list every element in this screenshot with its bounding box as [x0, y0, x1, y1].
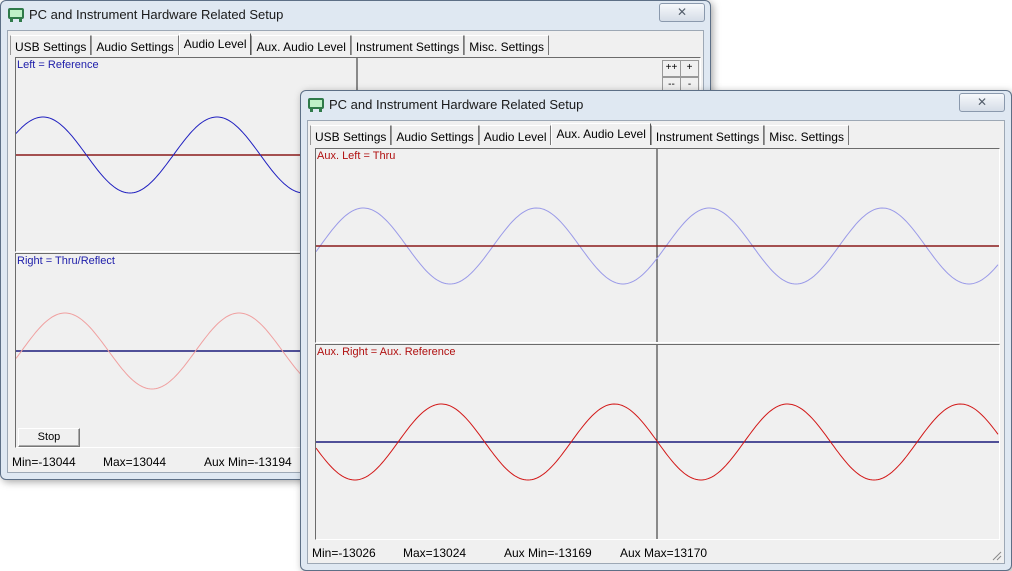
back-tab-misc-settings[interactable]: Misc. Settings — [464, 35, 549, 55]
app-icon — [308, 98, 324, 112]
aux-right-channel-plot: Aux. Right = Aux. Reference — [315, 344, 1000, 540]
front-close-button[interactable]: ✕ — [959, 93, 1005, 112]
back-close-button[interactable]: ✕ — [659, 3, 705, 22]
front-window[interactable]: PC and Instrument Hardware Related Setup… — [300, 90, 1012, 571]
front-tab-usb-settings[interactable]: USB Settings — [310, 125, 392, 145]
front-status-bar: Min=-13026 Max=13024 Aux Min=-13169 Aux … — [310, 545, 1002, 561]
aux-left-channel-graph — [316, 149, 999, 342]
front-tab-instrument-settings[interactable]: Instrument Settings — [650, 125, 765, 145]
front-tab-aux-audio-level[interactable]: Aux. Audio Level — [551, 123, 651, 145]
left-plot-label: Left = Reference — [17, 59, 99, 71]
back-tab-audio-level[interactable]: Audio Level — [178, 33, 252, 55]
back-window-title: PC and Instrument Hardware Related Setup — [29, 7, 284, 22]
app-icon — [8, 8, 24, 22]
status-max: Max=13024 — [403, 546, 467, 560]
status-aux-min: Aux Min=-13169 — [504, 546, 592, 560]
aux-left-plot-label: Aux. Left = Thru — [317, 150, 396, 162]
aux-left-channel-plot: Aux. Left = Thru — [315, 148, 1000, 343]
zoom-in-more-button[interactable]: ++ — [662, 60, 681, 77]
status-aux-min: Aux Min=-13194 — [204, 455, 292, 469]
status-max: Max=13044 — [103, 455, 167, 469]
right-plot-label: Right = Thru/Reflect — [17, 255, 115, 267]
back-tab-instrument-settings[interactable]: Instrument Settings — [350, 35, 465, 55]
back-tab-usb-settings[interactable]: USB Settings — [10, 35, 92, 55]
back-title-bar[interactable]: PC and Instrument Hardware Related Setup… — [1, 1, 710, 29]
aux-right-plot-label: Aux. Right = Aux. Reference — [317, 346, 456, 358]
status-min: Min=-13026 — [312, 546, 376, 560]
zoom-in-button[interactable]: + — [680, 60, 699, 77]
status-min: Min=-13044 — [12, 455, 76, 469]
status-aux-max: Aux Max=13170 — [620, 546, 708, 560]
front-tab-strip: USB Settings Audio Settings Audio Level … — [310, 123, 849, 145]
front-window-title: PC and Instrument Hardware Related Setup — [329, 97, 584, 112]
stop-button[interactable]: Stop — [18, 428, 80, 447]
front-tab-misc-settings[interactable]: Misc. Settings — [764, 125, 849, 145]
front-title-bar[interactable]: PC and Instrument Hardware Related Setup… — [301, 91, 1011, 119]
back-tab-audio-settings[interactable]: Audio Settings — [91, 35, 179, 55]
front-tab-audio-settings[interactable]: Audio Settings — [391, 125, 479, 145]
resize-grip-icon[interactable] — [990, 549, 1002, 561]
front-tab-audio-level[interactable]: Audio Level — [478, 125, 552, 145]
aux-right-channel-graph — [316, 345, 999, 539]
back-tab-aux-audio-level[interactable]: Aux. Audio Level — [251, 35, 351, 55]
back-tab-strip: USB Settings Audio Settings Audio Level … — [10, 33, 549, 55]
front-client-area: USB Settings Audio Settings Audio Level … — [307, 120, 1005, 564]
